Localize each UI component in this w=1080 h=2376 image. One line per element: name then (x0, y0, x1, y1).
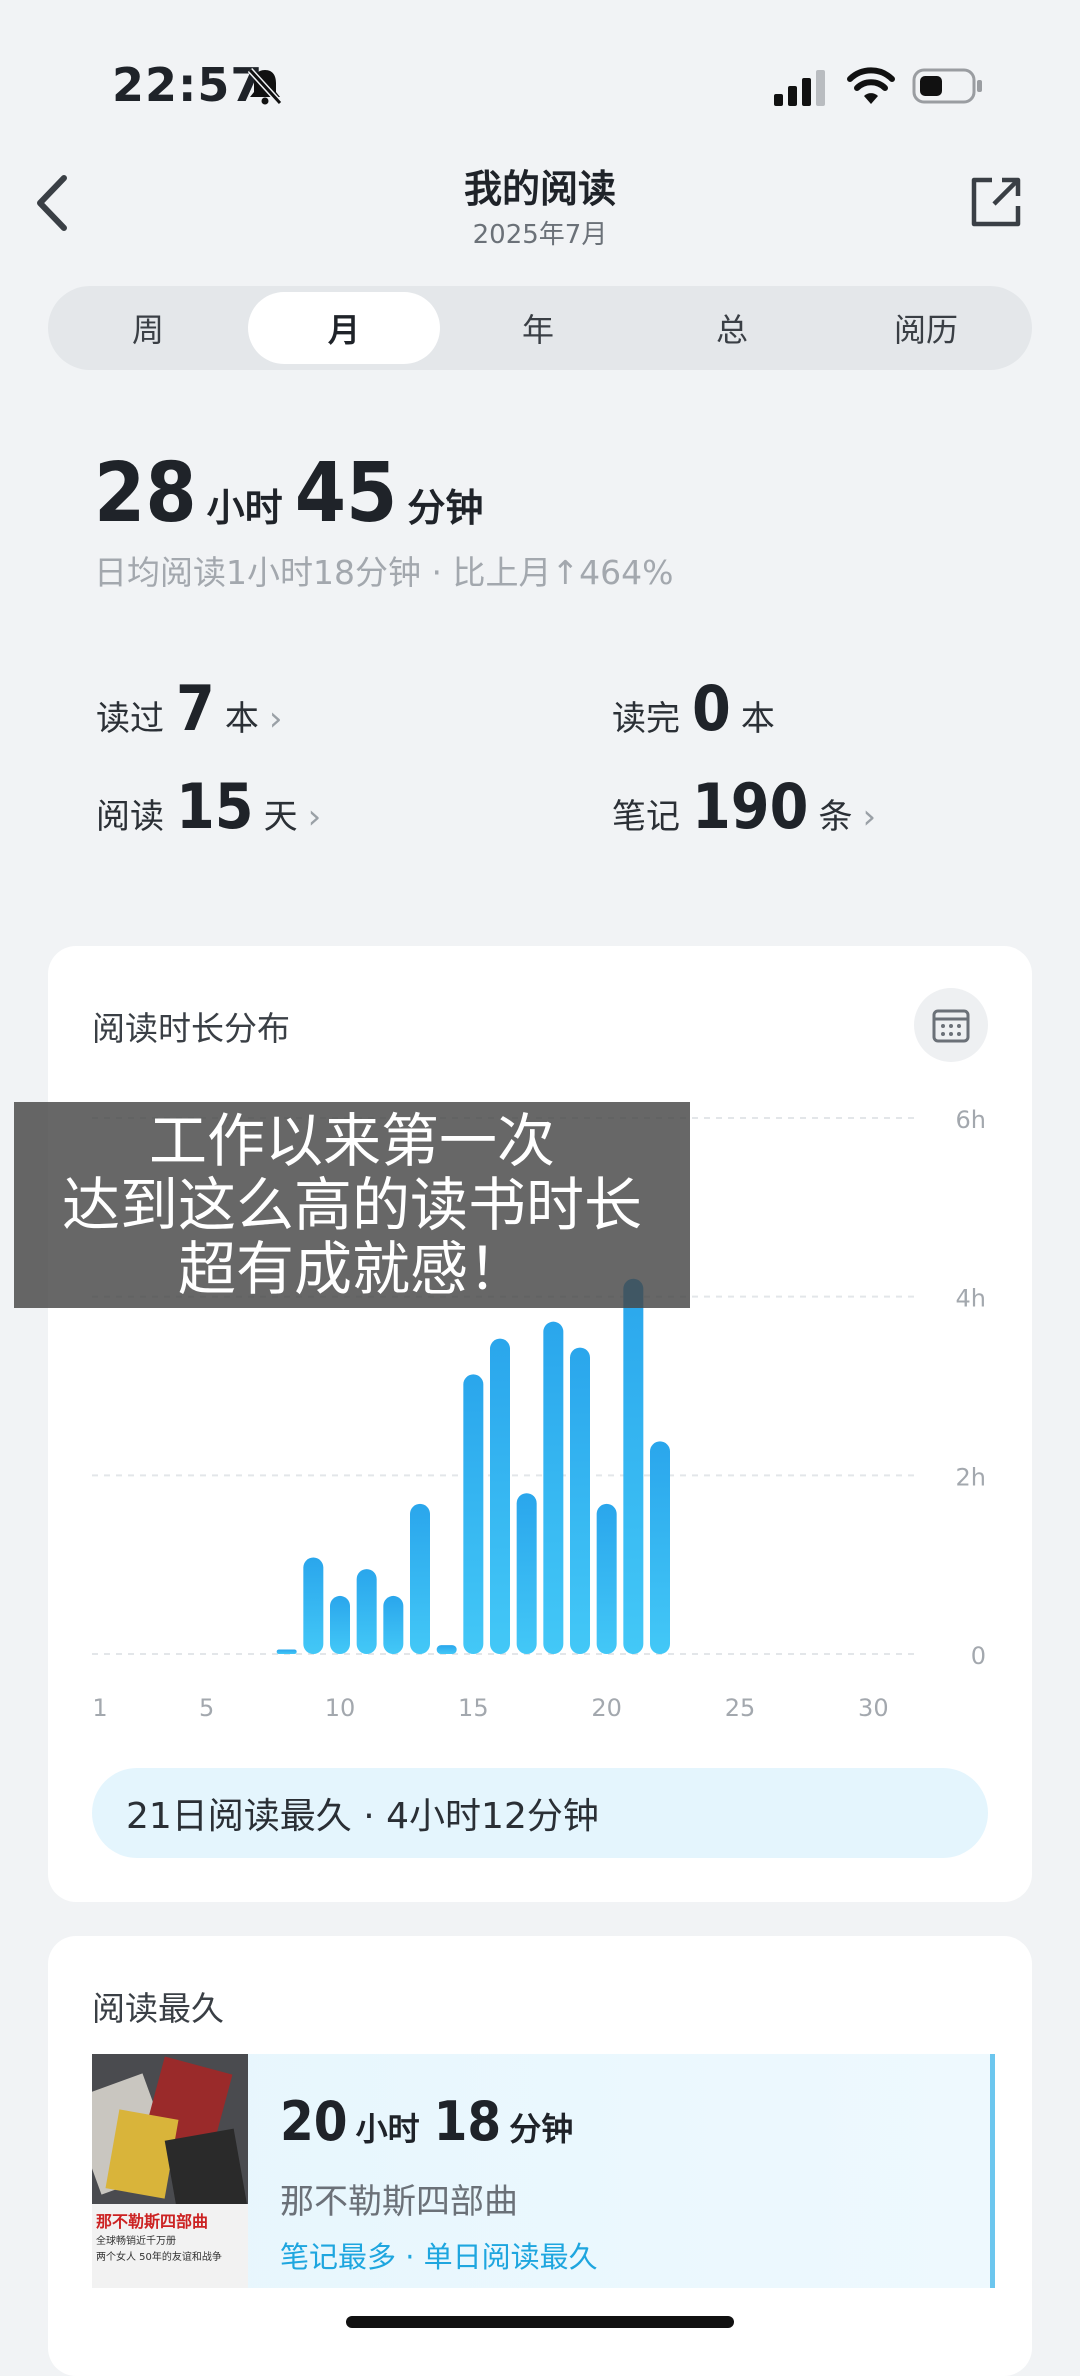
y-tick-label: 2h (956, 1463, 986, 1491)
chart-bar[interactable] (650, 1441, 670, 1654)
book-minutes-unit: 分钟 (509, 2110, 574, 2148)
total-hours-unit: 小时 (206, 486, 283, 530)
chart-bar[interactable] (570, 1347, 590, 1654)
stat-unit: 天 (263, 797, 298, 837)
total-reading-time: 28 小时 45 分钟 (94, 446, 495, 541)
y-tick-label: 6h (956, 1106, 986, 1134)
x-tick-label: 5 (199, 1694, 214, 1722)
book-hours-unit: 小时 (355, 2110, 420, 2148)
caption-line: 工作以来第一次 (148, 1107, 555, 1175)
daily-average-text: 日均阅读1小时18分钟 · 比上月↑464% (94, 553, 674, 592)
stat-books-finished: 读完 0 本 (612, 672, 775, 745)
wifi-icon (847, 67, 895, 104)
overlay-caption: 工作以来第一次 达到这么高的读书时长 超有成就感！ (14, 1102, 690, 1308)
stat-unit: 条 (818, 797, 853, 837)
home-indicator (346, 2316, 734, 2328)
chevron-right-icon: › (307, 797, 322, 837)
reading-distribution-card: 0 2h 4h 6h 1 5 10 15 20 25 30 阅读时长分布 21日阅读最久 · 4小时… (48, 946, 1032, 1902)
longest-title: 阅读最久 (92, 1989, 224, 2028)
book-minutes: 18 (433, 2090, 502, 2153)
cellular-signal-icon (774, 70, 825, 106)
chart-bar[interactable] (276, 1649, 297, 1654)
x-tick-label: 20 (591, 1694, 622, 1722)
tab-history[interactable]: 阅历 (830, 292, 1022, 364)
distribution-title: 阅读时长分布 (92, 1009, 290, 1048)
tab-year[interactable]: 年 (442, 292, 634, 364)
cover-line: 全球畅销近千万册 (96, 2236, 176, 2247)
chevron-right-icon: › (268, 699, 283, 739)
stat-label: 笔记 (612, 797, 680, 837)
stat-unit: 本 (224, 699, 259, 739)
longest-reading-card: 阅读最久 那不勒斯四部曲 全球畅销近千万册 两个女人 50年的友谊和战争 20 … (48, 1936, 1032, 2376)
total-hours: 28 (94, 446, 197, 541)
chart-bar[interactable] (383, 1595, 404, 1654)
period-tabs: 周 月 年 总 阅历 (48, 286, 1032, 370)
book-item[interactable]: 那不勒斯四部曲 全球畅销近千万册 两个女人 50年的友谊和战争 20 小时 18… (92, 2054, 995, 2288)
battery-icon (912, 68, 982, 104)
stat-value: 190 (692, 770, 809, 843)
stat-notes[interactable]: 笔记 190 条 › (612, 770, 876, 843)
chart-bar[interactable] (490, 1338, 510, 1654)
chart-bar[interactable] (543, 1321, 564, 1654)
longest-day-summary: 21日阅读最久 · 4小时12分钟 (92, 1768, 988, 1858)
book-tags: 笔记最多 · 单日阅读最久 (280, 2240, 598, 2274)
chart-bar[interactable] (356, 1569, 377, 1654)
stat-unit: 本 (740, 699, 775, 739)
chart-bar[interactable] (623, 1278, 644, 1654)
x-tick-label: 1 (92, 1694, 107, 1722)
caption-line: 达到这么高的读书时长 (61, 1171, 642, 1239)
chart-bar[interactable] (596, 1503, 617, 1654)
calendar-icon (932, 1009, 970, 1043)
stat-value: 7 (176, 672, 215, 745)
x-tick-label: 15 (458, 1694, 489, 1722)
chart-bar[interactable] (330, 1595, 350, 1654)
tab-week[interactable]: 周 (52, 292, 244, 364)
tab-total[interactable]: 总 (636, 292, 828, 364)
stat-value: 15 (176, 770, 254, 843)
y-tick-label: 4h (956, 1285, 986, 1313)
chart-bar[interactable] (516, 1493, 537, 1654)
x-tick-label: 30 (858, 1694, 889, 1722)
calendar-button[interactable] (914, 988, 988, 1062)
cover-title: 那不勒斯四部曲 (96, 2212, 209, 2231)
y-tick-label: 0 (971, 1642, 986, 1670)
tab-month[interactable]: 月 (248, 292, 440, 364)
chevron-right-icon: › (862, 797, 877, 837)
bell-muted-icon (247, 67, 283, 106)
cover-line: 两个女人 50年的友谊和战争 (96, 2252, 222, 2263)
reading-duration-chart: 02h4h6h1 5 10 15 20 25 30 (92, 1106, 986, 1722)
stat-value: 0 (692, 672, 731, 745)
book-cover: 那不勒斯四部曲 全球畅销近千万册 两个女人 50年的友谊和战争 (92, 2054, 248, 2288)
total-minutes: 45 (294, 446, 398, 541)
chart-bar[interactable] (410, 1503, 430, 1654)
caption-line: 超有成就感！ (177, 1235, 526, 1303)
page-title: 我的阅读 (463, 167, 616, 211)
chart-bar[interactable] (436, 1645, 457, 1654)
share-icon[interactable] (968, 174, 1024, 230)
stat-label: 读完 (612, 699, 680, 739)
chart-bar[interactable] (463, 1374, 484, 1654)
page-subtitle: 2025年7月 (472, 220, 608, 250)
stat-label: 读过 (96, 699, 164, 739)
chart-bar[interactable] (303, 1557, 324, 1654)
stat-reading-days[interactable]: 阅读 15 天 › (96, 770, 321, 843)
book-hours: 20 (280, 2090, 348, 2153)
book-title: 那不勒斯四部曲 (280, 2182, 518, 2222)
x-tick-label: 25 (725, 1694, 756, 1722)
status-time: 22:57 (112, 58, 264, 112)
stat-label: 阅读 (96, 797, 164, 837)
x-tick-label: 10 (325, 1694, 356, 1722)
stat-books-read[interactable]: 读过 7 本 › (96, 672, 282, 745)
total-minutes-unit: 分钟 (407, 486, 484, 530)
book-reading-time: 20 小时 18 分钟 (280, 2090, 587, 2153)
